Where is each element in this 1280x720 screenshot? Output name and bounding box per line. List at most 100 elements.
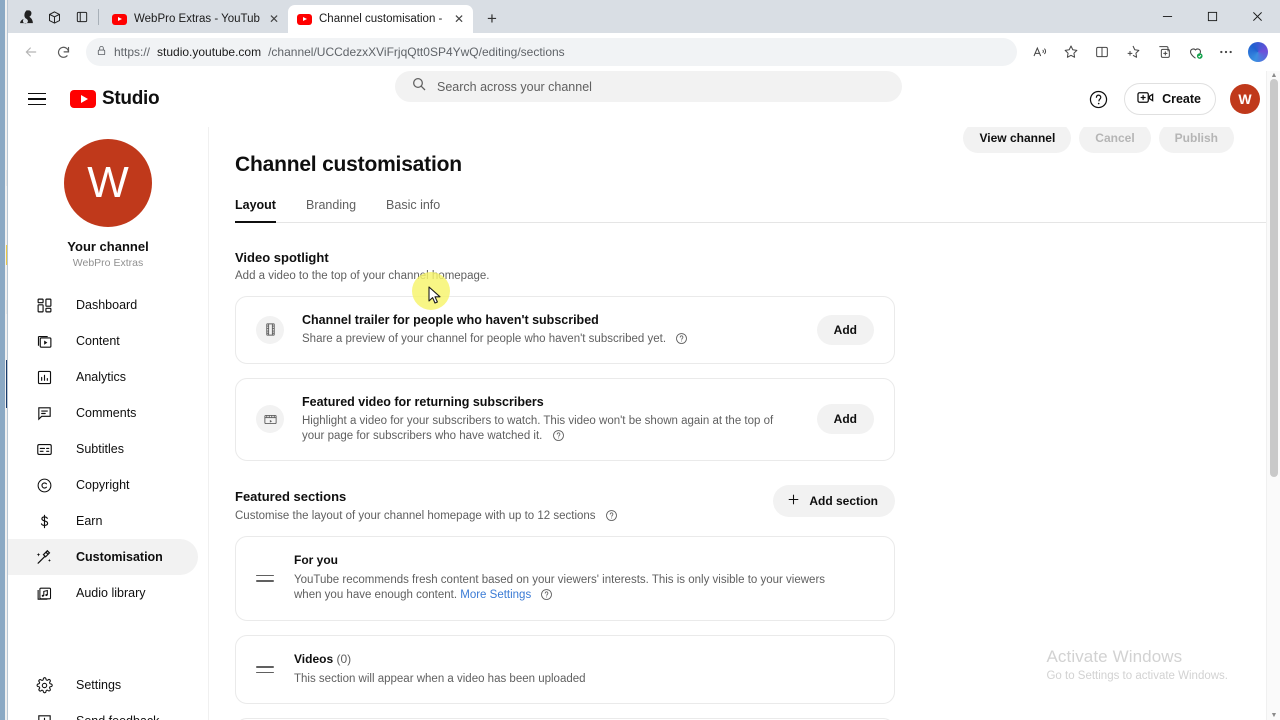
split-screen-icon[interactable] (1087, 37, 1117, 67)
sidebar-item-customisation[interactable]: Customisation (8, 539, 198, 575)
address-scheme: https:// (114, 45, 151, 59)
sidebar-item-label: Copyright (76, 478, 130, 492)
window-controls (1145, 0, 1280, 33)
help-icon[interactable] (552, 429, 565, 442)
close-icon[interactable]: ✕ (452, 12, 466, 26)
sidebar-item-earn[interactable]: Earn (8, 503, 198, 539)
sidebar-item-content[interactable]: Content (8, 323, 198, 359)
studio-header-actions: Create W (1086, 83, 1260, 115)
more-options-icon[interactable] (1211, 37, 1241, 67)
copilot-icon[interactable] (1248, 42, 1268, 62)
reload-icon[interactable] (48, 37, 78, 67)
feedback-icon (34, 711, 54, 720)
sidebar-item-analytics[interactable]: Analytics (8, 359, 198, 395)
new-tab-button[interactable]: + (478, 5, 506, 33)
studio-header: Studio Search across your channel Create (8, 71, 1280, 127)
scrollbar-thumb[interactable] (1270, 79, 1278, 477)
cancel-button[interactable]: Cancel (1079, 123, 1151, 153)
section-title: Videos (0) (294, 652, 586, 666)
avatar[interactable]: W (1230, 84, 1260, 114)
sidebar-item-label: Settings (76, 678, 122, 692)
studio-logo[interactable]: Studio (70, 88, 160, 110)
scroll-up-arrow[interactable]: ▲ (1270, 72, 1278, 79)
browser-tab[interactable]: WebPro Extras - YouTube ✕ (103, 5, 288, 33)
featured-sections-subtitle-text: Customise the layout of your channel hom… (235, 509, 596, 522)
tab-basic-info[interactable]: Basic info (386, 198, 440, 222)
add-section-button[interactable]: Add section (773, 484, 895, 517)
channel-avatar[interactable]: W (64, 139, 152, 227)
collections-icon[interactable] (1118, 37, 1148, 67)
customisation-icon (34, 547, 54, 567)
plus-icon (786, 492, 801, 510)
channel-title: Your channel (67, 239, 149, 254)
sidebar-item-send-feedback[interactable]: Send feedback (8, 703, 198, 720)
more-settings-link[interactable]: More Settings (460, 589, 531, 601)
scroll-down-arrow[interactable]: ▼ (1270, 712, 1278, 719)
gear-icon (34, 675, 54, 695)
close-button[interactable] (1235, 0, 1280, 33)
page-title: Channel customisation (235, 153, 462, 176)
sidebar-item-label: Comments (76, 406, 137, 420)
help-icon[interactable] (1086, 87, 1110, 111)
comments-icon (34, 403, 54, 423)
help-icon[interactable] (540, 588, 553, 601)
menu-icon[interactable] (28, 87, 52, 111)
featured-video-card: Featured video for returning subscribers… (235, 377, 895, 461)
sidebar-item-settings[interactable]: Settings (8, 667, 198, 703)
create-video-icon (1136, 88, 1155, 110)
close-icon[interactable]: ✕ (267, 12, 281, 26)
view-channel-button[interactable]: View channel (963, 123, 1072, 153)
video-spotlight-title: Video spotlight (235, 250, 329, 265)
sidebar-item-audio-library[interactable]: Audio library (8, 575, 198, 611)
maximize-button[interactable] (1190, 0, 1235, 33)
section-title-text: For you (294, 552, 338, 567)
address-host: studio.youtube.com (157, 45, 262, 59)
create-button[interactable]: Create (1124, 83, 1216, 115)
publish-button[interactable]: Publish (1158, 123, 1234, 153)
browser-essentials-icon[interactable] (1180, 37, 1210, 67)
search-bar[interactable]: Search across your channel (395, 71, 902, 102)
workspaces-icon[interactable] (40, 1, 68, 33)
sidebar-item-copyright[interactable]: Copyright (8, 467, 198, 503)
tab-branding[interactable]: Branding (306, 198, 356, 222)
browser-tab-active[interactable]: Channel customisation - YouTube ✕ (288, 5, 473, 33)
analytics-icon (34, 367, 54, 387)
address-bar[interactable]: https:// studio.youtube.com/channel/UCCde… (86, 38, 1017, 66)
content-icon (34, 331, 54, 351)
sidebar-item-label: Send feedback (76, 714, 159, 720)
drag-handle-icon[interactable] (256, 665, 274, 674)
help-icon[interactable] (675, 332, 688, 345)
youtube-icon (112, 13, 127, 25)
search-input[interactable]: Search across your channel (437, 80, 592, 94)
channel-trailer-body: Channel trailer for people who haven't s… (302, 313, 799, 347)
search-icon (411, 76, 427, 97)
back-icon[interactable] (16, 37, 46, 67)
read-aloud-icon[interactable] (1025, 37, 1055, 67)
channel-block: W Your channel WebPro Extras (8, 127, 208, 287)
favorite-star-icon[interactable] (1056, 37, 1086, 67)
page-scrollbar[interactable]: ▲ ▼ (1266, 71, 1280, 720)
create-button-label: Create (1162, 92, 1201, 106)
section-description: This section will appear when a video ha… (294, 672, 586, 685)
sidebar-item-subtitles[interactable]: Subtitles (8, 431, 198, 467)
earn-icon (34, 511, 54, 531)
sidebar-item-label: Earn (76, 514, 103, 528)
add-trailer-button[interactable]: Add (816, 314, 874, 345)
minimize-button[interactable] (1145, 0, 1190, 33)
sidebar-item-label: Customisation (76, 550, 163, 564)
drag-handle-icon[interactable] (256, 574, 274, 583)
sidebar-item-comments[interactable]: Comments (8, 395, 198, 431)
section-title-text: Videos (294, 651, 334, 666)
tab-layout[interactable]: Layout (235, 198, 276, 223)
section-title: For you (294, 553, 854, 567)
help-icon[interactable] (605, 509, 618, 522)
main-inner: Channel customisation Layout Branding Ba… (209, 123, 1280, 720)
tab-actions-icon[interactable] (68, 1, 96, 33)
card-description-text: Highlight a video for your subscribers t… (302, 414, 774, 442)
add-featured-video-button[interactable]: Add (816, 404, 874, 435)
channel-subtitle: WebPro Extras (72, 257, 144, 269)
content-tabs: Layout Branding Basic info (235, 198, 1280, 223)
sidebar-item-dashboard[interactable]: Dashboard (8, 287, 198, 323)
add-favorites-icon[interactable] (1149, 37, 1179, 67)
